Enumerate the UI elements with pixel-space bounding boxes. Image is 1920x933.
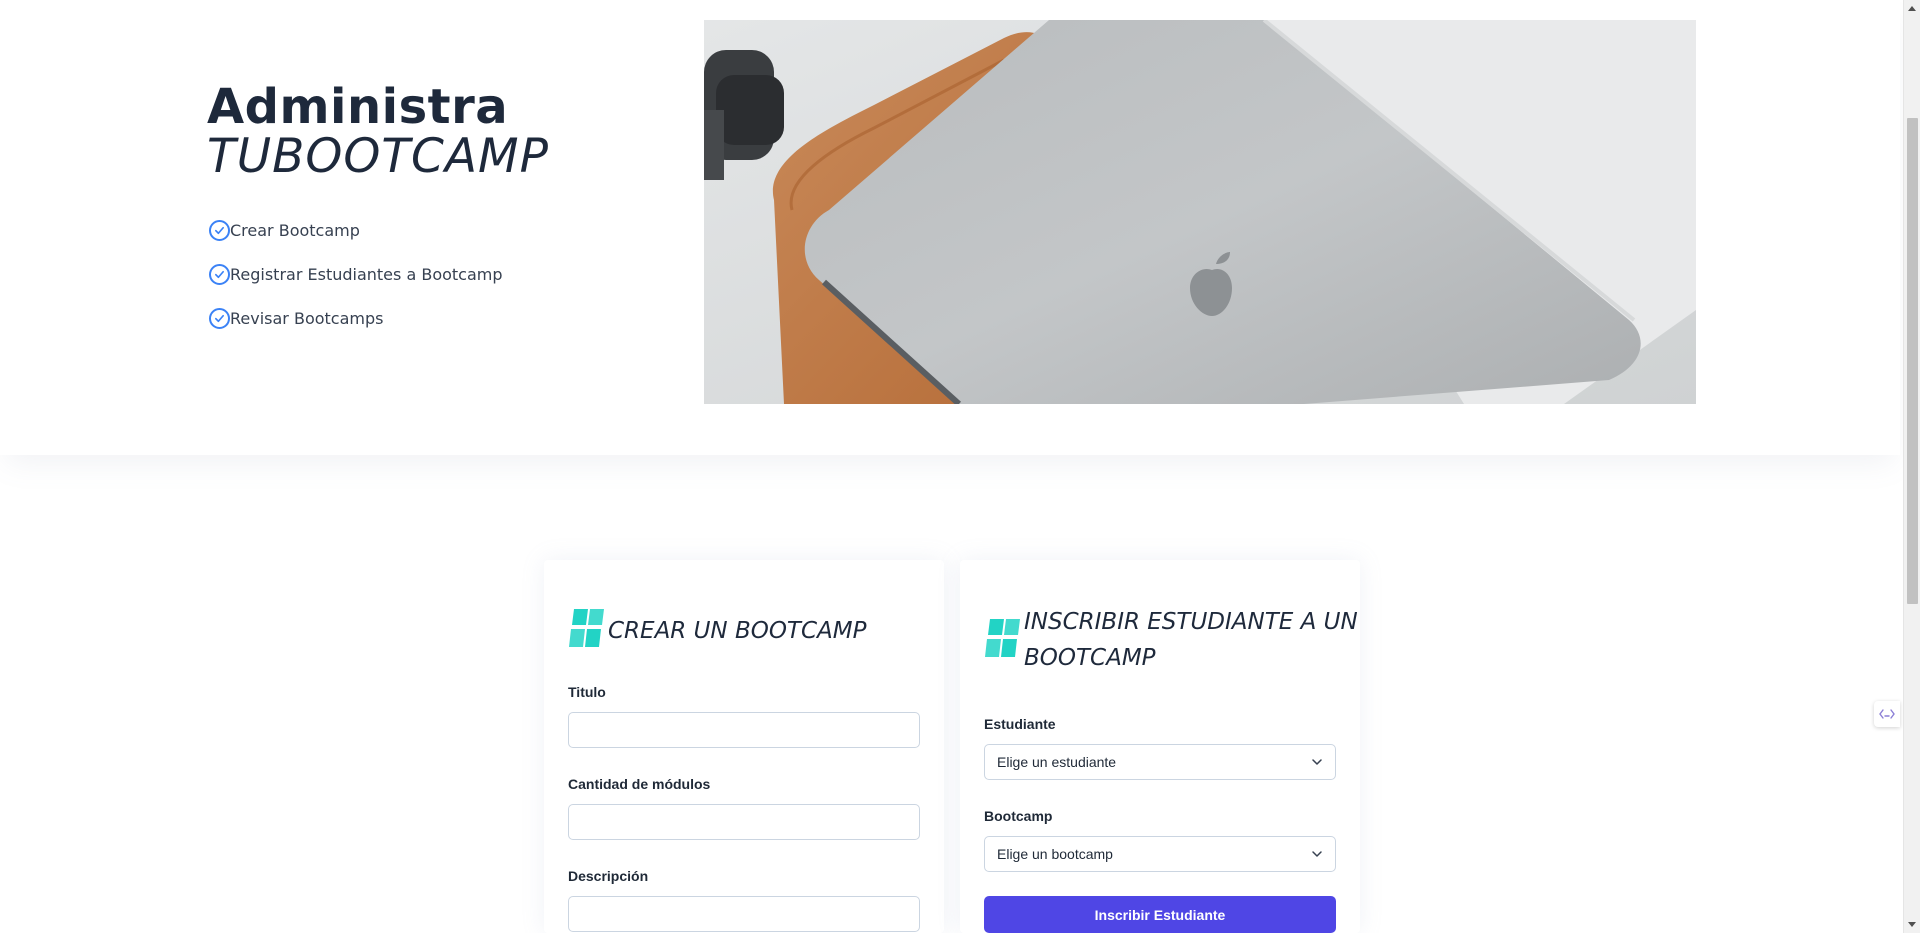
chevron-down-icon (1312, 851, 1322, 857)
feature-label: Registrar Estudiantes a Bootcamp (230, 264, 503, 284)
create-card-title: CREAR UN BOOTCAMP (608, 618, 867, 644)
title-label: Titulo (568, 684, 606, 700)
student-select-value: Elige un estudiante (997, 754, 1117, 770)
check-circle-icon (209, 263, 230, 285)
bootcamp-select-value: Elige un bootcamp (997, 846, 1113, 862)
enroll-card-header: INSCRIBIR ESTUDIANTE A UN BOOTCAMP (984, 604, 1358, 676)
feature-item: Crear Bootcamp (209, 208, 503, 252)
description-input[interactable] (568, 896, 920, 932)
feature-label: Revisar Bootcamps (230, 308, 384, 328)
bootcamp-select[interactable]: Elige un bootcamp (984, 836, 1336, 872)
code-widget-button[interactable] (1874, 701, 1900, 727)
scroll-thumb[interactable] (1907, 118, 1918, 604)
check-circle-icon (209, 307, 230, 329)
bootcamp-logo-icon (985, 619, 1020, 657)
hero-section: Administra TUBOOTCAMP Crear Bootcamp Reg… (0, 0, 1900, 455)
hero-laptop-photo (704, 20, 1696, 404)
check-circle-icon (209, 219, 230, 241)
enroll-card-title: INSCRIBIR ESTUDIANTE A UN BOOTCAMP (1024, 604, 1358, 676)
code-widget-icon (1879, 709, 1895, 719)
description-label: Descripción (568, 868, 649, 884)
enroll-title-line: INSCRIBIR ESTUDIANTE A UN (1024, 609, 1358, 635)
student-select[interactable]: Elige un estudiante (984, 744, 1336, 780)
enroll-title-line: BOOTCAMP (1024, 645, 1156, 671)
feature-item: Registrar Estudiantes a Bootcamp (209, 252, 503, 296)
create-bootcamp-card: CREAR UN BOOTCAMP Titulo Cantidad de mód… (544, 560, 944, 933)
page-scrollbar[interactable] (1903, 0, 1920, 933)
hero-title-text: Administra (207, 79, 509, 135)
enroll-student-button[interactable]: Inscribir Estudiante (984, 896, 1336, 933)
feature-list: Crear Bootcamp Registrar Estudiantes a B… (209, 208, 503, 340)
scroll-down-arrow[interactable] (1908, 922, 1916, 927)
chevron-down-icon (1312, 759, 1322, 765)
scroll-up-arrow[interactable] (1908, 6, 1916, 11)
modules-count-label: Cantidad de módulos (568, 776, 711, 792)
bootcamp-label: Bootcamp (984, 808, 1053, 824)
hero-brand: TUBOOTCAMP (207, 129, 549, 184)
feature-item: Revisar Bootcamps (209, 296, 503, 340)
bootcamp-logo-icon (569, 609, 604, 647)
create-card-header: CREAR UN BOOTCAMP (568, 607, 867, 649)
hero-title: Administra TUBOOTCAMP (207, 82, 549, 182)
feature-label: Crear Bootcamp (230, 220, 360, 240)
student-label: Estudiante (984, 716, 1056, 732)
enroll-student-card: INSCRIBIR ESTUDIANTE A UN BOOTCAMP Estud… (960, 560, 1360, 933)
title-input[interactable] (568, 712, 920, 748)
modules-count-input[interactable] (568, 804, 920, 840)
